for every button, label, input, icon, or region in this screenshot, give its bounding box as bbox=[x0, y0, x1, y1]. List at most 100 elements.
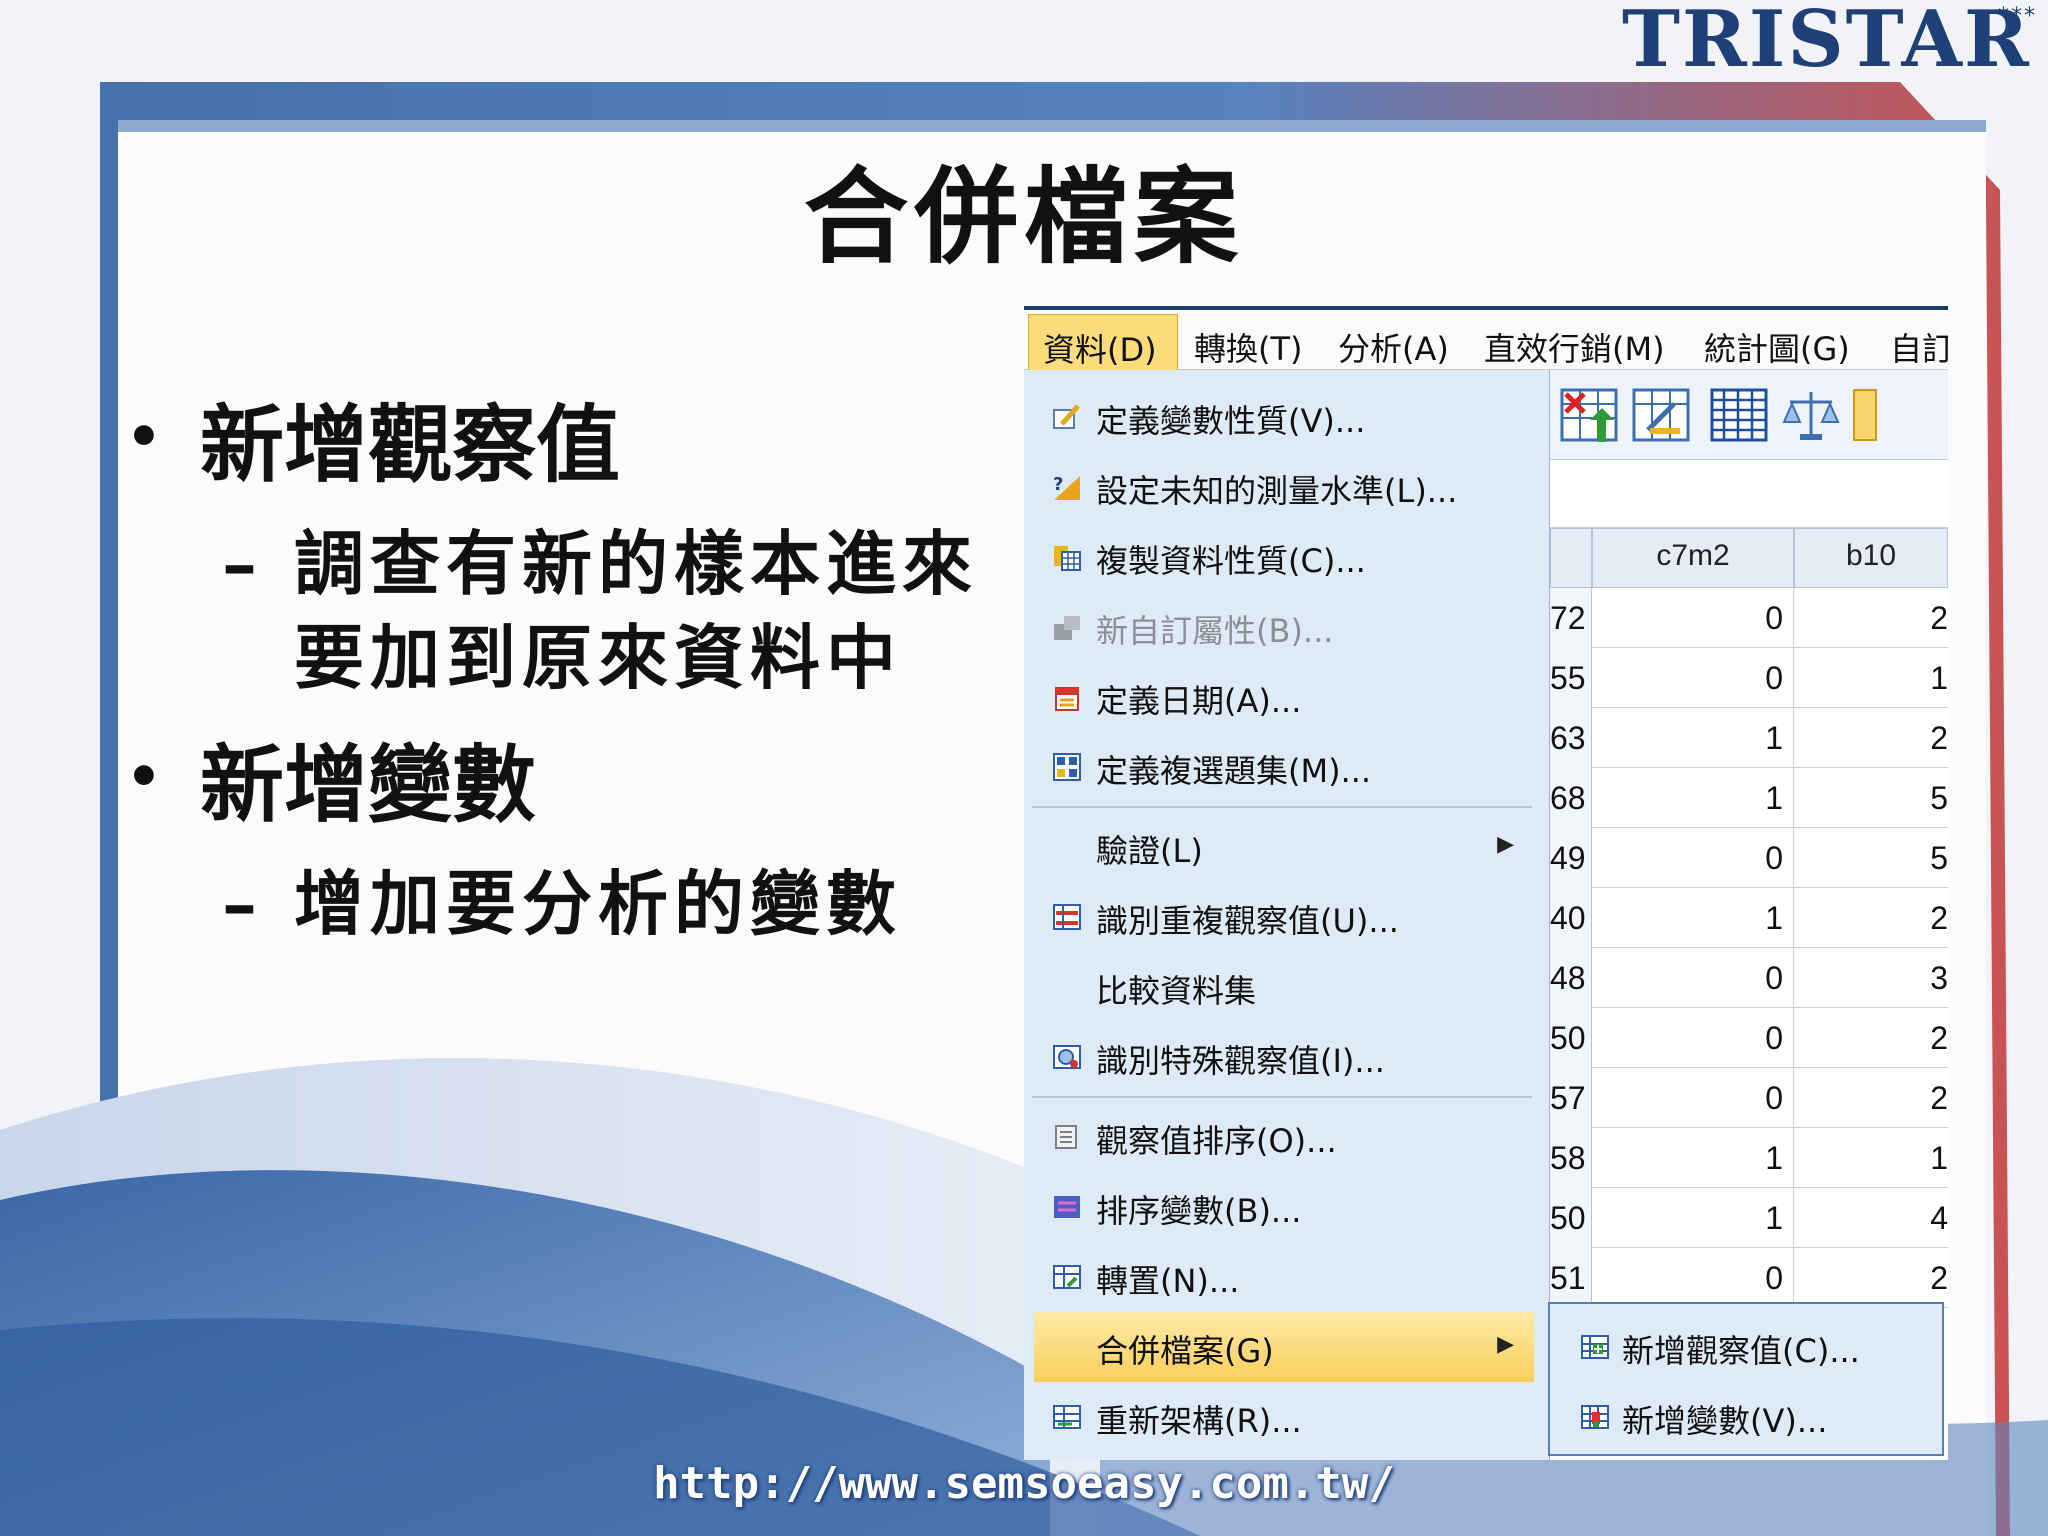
bullet-1-text: 新增觀察值 bbox=[200, 395, 621, 494]
find-icon[interactable] bbox=[1630, 384, 1692, 446]
svg-text:?: ? bbox=[1053, 474, 1063, 495]
cell-b10[interactable]: 2 bbox=[1794, 588, 1948, 648]
table-row: 49 0 5 bbox=[1550, 828, 1948, 888]
bullet-1: • 新增觀察值 bbox=[126, 378, 620, 499]
table-row: 72 0 2 bbox=[1550, 588, 1948, 648]
tristar-logo: TRISTAR bbox=[1622, 0, 2031, 85]
row-value: 55 bbox=[1550, 648, 1592, 708]
submenu-item-add-variables[interactable]: 新增變數(V)... bbox=[1560, 1386, 1930, 1446]
menu-item-compare-datasets[interactable]: 比較資料集 bbox=[1034, 952, 1534, 1022]
unknown-measure-icon: ? bbox=[1053, 474, 1080, 500]
sub-bullet-1-line2: 要加到原來資料中 bbox=[294, 616, 902, 699]
cell-b10[interactable]: 2 bbox=[1794, 1248, 1948, 1308]
cell-b10[interactable]: 2 bbox=[1794, 1008, 1948, 1068]
menu-item-transpose[interactable]: 轉置(N)... bbox=[1034, 1242, 1534, 1312]
menu-separator bbox=[1032, 806, 1532, 808]
calendar-icon bbox=[1055, 687, 1079, 711]
select-cases-icon[interactable] bbox=[1850, 384, 1880, 446]
copy-data-properties-icon bbox=[1054, 546, 1081, 571]
row-value: 40 bbox=[1550, 888, 1592, 948]
cell-c7m2[interactable]: 0 bbox=[1592, 828, 1794, 888]
merge-files-submenu: 新增觀察值(C)... 新增變數(V)... bbox=[1548, 1302, 1944, 1456]
menu-item-copy-data-properties[interactable]: 複製資料性質(C)... bbox=[1034, 522, 1534, 592]
column-header-b10[interactable]: b10 bbox=[1794, 528, 1948, 588]
column-header-c7m2[interactable]: c7m2 bbox=[1592, 528, 1794, 588]
cell-c7m2[interactable]: 1 bbox=[1592, 1188, 1794, 1248]
multiple-response-icon bbox=[1053, 753, 1081, 781]
cell-b10[interactable]: 2 bbox=[1794, 888, 1948, 948]
cell-b10[interactable]: 4 bbox=[1794, 1188, 1948, 1248]
table-row: 51 0 2 bbox=[1550, 1248, 1948, 1308]
weight-cases-icon[interactable] bbox=[1780, 384, 1842, 446]
custom-attribute-icon bbox=[1054, 616, 1080, 640]
menu-item-validation[interactable]: 驗證(L) ▶ bbox=[1034, 812, 1534, 882]
menu-direct-marketing[interactable]: 直效行銷(M) bbox=[1484, 324, 1665, 368]
menu-item-sort-cases[interactable]: 觀察值排序(O)... bbox=[1034, 1102, 1534, 1172]
menu-item-define-dates[interactable]: 定義日期(A)... bbox=[1034, 662, 1534, 732]
cell-b10[interactable]: 2 bbox=[1794, 1068, 1948, 1128]
cell-c7m2[interactable]: 1 bbox=[1592, 768, 1794, 828]
menu-item-sort-variables[interactable]: 排序變數(B)... bbox=[1034, 1172, 1534, 1242]
cell-c7m2[interactable]: 1 bbox=[1592, 888, 1794, 948]
menu-transform[interactable]: 轉換(T) bbox=[1194, 324, 1303, 368]
cell-c7m2[interactable]: 0 bbox=[1592, 1248, 1794, 1308]
cell-c7m2[interactable]: 0 bbox=[1592, 1008, 1794, 1068]
cell-c7m2[interactable]: 0 bbox=[1592, 588, 1794, 648]
row-header-corner bbox=[1550, 528, 1592, 588]
insert-cases-icon[interactable] bbox=[1558, 384, 1620, 446]
sort-cases-icon bbox=[1055, 1125, 1077, 1149]
cell-b10[interactable]: 5 bbox=[1794, 828, 1948, 888]
spss-screenshot: 資料(D) 轉換(T) 分析(A) 直效行銷(M) 統計圖(G) 自訂 c7m2… bbox=[1024, 306, 1948, 1460]
cell-b10[interactable]: 1 bbox=[1794, 1128, 1948, 1188]
table-row: 58 1 1 bbox=[1550, 1128, 1948, 1188]
table-row: 40 1 2 bbox=[1550, 888, 1948, 948]
bullet-2: • 新增變數 bbox=[126, 718, 536, 839]
variables-grid-icon[interactable] bbox=[1708, 384, 1770, 446]
cell-c7m2[interactable]: 0 bbox=[1592, 948, 1794, 1008]
menu-item-define-variable-properties[interactable]: 定義變數性質(V)... bbox=[1034, 382, 1534, 452]
table-row: 50 1 4 bbox=[1550, 1188, 1948, 1248]
add-cases-icon bbox=[1581, 1335, 1609, 1359]
menu-analyze[interactable]: 分析(A) bbox=[1338, 324, 1449, 368]
menu-item-multiple-response-sets[interactable]: 定義複選題集(M)... bbox=[1034, 732, 1534, 802]
add-variables-icon bbox=[1581, 1405, 1609, 1429]
sub-dash: – bbox=[222, 862, 263, 945]
menu-item-unknown-measurement[interactable]: ? 設定未知的測量水準(L)... bbox=[1034, 452, 1534, 522]
menu-data[interactable]: 資料(D) bbox=[1028, 314, 1178, 374]
row-value: 51 bbox=[1550, 1248, 1592, 1308]
cell-c7m2[interactable]: 0 bbox=[1592, 648, 1794, 708]
cell-c7m2[interactable]: 1 bbox=[1592, 1128, 1794, 1188]
row-value: 57 bbox=[1550, 1068, 1592, 1128]
cell-b10[interactable]: 3 bbox=[1794, 948, 1948, 1008]
menu-item-restructure[interactable]: 重新架構(R)... bbox=[1034, 1382, 1534, 1452]
cell-b10[interactable]: 2 bbox=[1794, 708, 1948, 768]
submenu-item-add-cases[interactable]: 新增觀察值(C)... bbox=[1560, 1316, 1930, 1376]
website-url[interactable]: http://www.semsoeasy.com.tw/ bbox=[0, 1458, 2048, 1509]
cell-c7m2[interactable]: 1 bbox=[1592, 708, 1794, 768]
sub-bullet-2-line1: 增加要分析的變數 bbox=[294, 862, 902, 945]
menu-item-merge-files[interactable]: 合併檔案(G) ▶ bbox=[1034, 1312, 1534, 1382]
menu-graphs[interactable]: 統計圖(G) bbox=[1704, 324, 1850, 368]
menu-item-new-custom-attribute: 新自訂屬性(B)... bbox=[1034, 592, 1534, 662]
bullet-dot: • bbox=[126, 404, 162, 470]
transpose-icon bbox=[1053, 1265, 1081, 1289]
submenu-arrow-icon: ▶ bbox=[1497, 1332, 1514, 1357]
cell-c7m2[interactable]: 0 bbox=[1592, 1068, 1794, 1128]
row-value: 68 bbox=[1550, 768, 1592, 828]
restructure-icon bbox=[1053, 1405, 1081, 1429]
logo-stars: *** bbox=[1998, 4, 2037, 29]
menu-item-identify-unusual-cases[interactable]: 識別特殊觀察值(I)... bbox=[1034, 1022, 1534, 1092]
row-value: 49 bbox=[1550, 828, 1592, 888]
table-row: 68 1 5 bbox=[1550, 768, 1948, 828]
cell-b10[interactable]: 1 bbox=[1794, 648, 1948, 708]
row-value: 48 bbox=[1550, 948, 1592, 1008]
cell-editor[interactable] bbox=[1550, 460, 1948, 528]
bullet-dot: • bbox=[126, 744, 162, 810]
row-value: 58 bbox=[1550, 1128, 1592, 1188]
table-row: 50 0 2 bbox=[1550, 1008, 1948, 1068]
menu-item-identify-duplicate-cases[interactable]: 識別重複觀察值(U)... bbox=[1034, 882, 1534, 952]
table-row: 63 1 2 bbox=[1550, 708, 1948, 768]
sub-bullet-1: – 調查有新的樣本進來 bbox=[222, 508, 978, 609]
cell-b10[interactable]: 5 bbox=[1794, 768, 1948, 828]
menu-utilities[interactable]: 自訂 bbox=[1890, 324, 1948, 368]
